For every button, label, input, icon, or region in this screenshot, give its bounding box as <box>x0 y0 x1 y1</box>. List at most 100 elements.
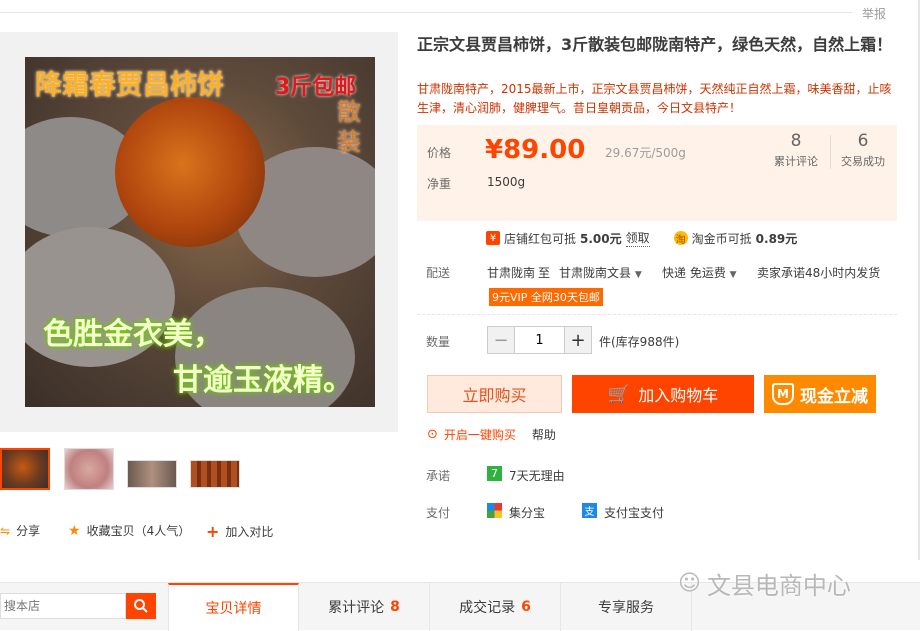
tab-transactions-count: 6 <box>521 599 531 615</box>
tab-reviews-count: 8 <box>390 599 400 615</box>
add-to-cart-label: 加入购物车 <box>638 386 719 405</box>
favorite-label: 收藏宝贝（4人气） <box>86 524 191 538</box>
shipping-to: 甘肃陇南文县 <box>559 266 632 280</box>
shipping-destination[interactable]: 甘肃陇南文县 ▼ <box>559 264 642 281</box>
reviews-count: 8 <box>790 131 802 151</box>
caret-down-icon: ▼ <box>729 270 737 280</box>
image-gallery: 降霜春贾昌柿饼 3斤包邮 散装 色胜金衣美， 甘逾玉液精。 <box>0 32 398 432</box>
tab-transactions-label: 成交记录 <box>459 600 516 616</box>
minus-button[interactable]: − <box>488 327 514 353</box>
delivery-promise: 卖家承诺48小时内发货 <box>757 266 881 280</box>
add-to-cart-button[interactable]: 🛒 加入购物车 <box>572 375 754 413</box>
quantity-stepper: − + <box>487 326 592 354</box>
shipping-from: 甘肃陇南 <box>487 266 536 280</box>
section-divider <box>417 314 897 315</box>
claim-coupon-link[interactable]: 领取 <box>625 229 650 247</box>
deals-stat[interactable]: 6 交易成功 <box>833 131 893 169</box>
weight-label: 净重 <box>427 177 452 191</box>
payment-option-alipay: 支付宝支付 <box>604 506 665 520</box>
shipping-row: 配送 甘肃陇南 至 甘肃陇南文县 ▼ 快递 免运费 ▼ 卖家承诺48小时内发货 <box>426 264 880 281</box>
image-caption-verse1: 色胜金衣美， <box>43 317 223 352</box>
quantity-label: 数量 <box>426 335 451 349</box>
main-product-image[interactable]: 降霜春贾昌柿饼 3斤包邮 散装 色胜金衣美， 甘逾玉液精。 <box>25 57 375 407</box>
shop-coupon-text: 店铺红包可抵 <box>504 231 577 246</box>
price-panel: 价格 ¥89.00 29.67元/500g 净重 1500g 8 累计评论 6 … <box>417 125 897 221</box>
promise-text[interactable]: 7天无理由 <box>509 467 565 484</box>
cash-discount-label: 现金立减 <box>800 386 868 407</box>
report-link[interactable]: 举报 <box>862 5 886 22</box>
deals-count: 6 <box>857 131 869 151</box>
price-value: ¥89.00 <box>485 135 586 165</box>
product-subtitle: 甘肃陇南特产，2015最新上市，正宗文县贾昌柿饼，天然纯正自然上霜，味美香甜，止… <box>417 82 892 115</box>
image-caption-bulk: 散装 <box>337 98 361 156</box>
tab-details[interactable]: 宝贝详情 <box>168 583 299 631</box>
tab-services-label: 专享服务 <box>598 600 654 616</box>
tab-reviews-label: 累计评论 <box>328 600 385 616</box>
promise-row: 承诺 7 7天无理由 <box>426 466 565 484</box>
watermark-text: 文县电商中心 <box>706 572 851 600</box>
search-icon <box>134 599 148 613</box>
tab-transactions[interactable]: 成交记录 6 <box>430 583 561 631</box>
vip-badge[interactable]: 9元VIP 全网30天包邮 <box>489 288 603 306</box>
red-packet-icon: ¥ <box>486 231 500 245</box>
tao-coin-text: 淘金币可抵 <box>691 231 752 246</box>
cash-discount-button[interactable]: M 现金立减 <box>764 375 876 413</box>
image-caption-title: 降霜春贾昌柿饼 <box>35 70 224 101</box>
payment-label: 支付 <box>426 506 451 520</box>
share-label: 分享 <box>16 524 41 538</box>
stat-divider <box>830 135 831 169</box>
shipping-to-word: 至 <box>538 266 551 280</box>
coupon-row: ¥ 店铺红包可抵 5.00元 领取 淘 淘金币可抵 0.89元 <box>486 229 797 247</box>
buy-now-button[interactable]: 立即购买 <box>427 375 562 413</box>
star-icon: ★ <box>68 522 81 539</box>
search-button[interactable] <box>126 593 156 619</box>
unit-price: 29.67元/500g <box>605 146 686 160</box>
header-divider <box>0 12 852 13</box>
alipay-icon: 支 <box>582 503 597 518</box>
tao-coin-icon: 淘 <box>673 231 688 246</box>
wechat-icon: ☺ <box>678 571 701 596</box>
thumbnail-1[interactable] <box>0 448 50 490</box>
tab-details-label: 宝贝详情 <box>205 601 262 617</box>
help-link[interactable]: 帮助 <box>532 426 556 443</box>
image-caption-verse2: 甘逾玉液精。 <box>173 363 353 398</box>
shop-coupon-amount: 5.00元 <box>580 231 622 246</box>
stock-text: 件(库存988件) <box>599 335 680 349</box>
product-title: 正宗文县贾昌柿饼，3斤散装包邮陇南特产，绿色天然，自然上霜！ <box>417 35 893 54</box>
compare-label: 加入对比 <box>225 525 274 539</box>
jifenbao-icon <box>487 503 502 518</box>
cart-icon: 🛒 <box>607 383 631 405</box>
shipping-method-text: 快递 免运费 <box>662 266 726 280</box>
price-label: 价格 <box>427 146 452 160</box>
tab-reviews[interactable]: 累计评论 8 <box>299 583 430 631</box>
plus-icon: + <box>206 522 220 541</box>
compare-action[interactable]: + 加入对比 <box>206 522 273 541</box>
play-circle-icon: ⊙ <box>427 427 438 442</box>
shop-search-input[interactable] <box>0 593 126 619</box>
share-action[interactable]: ⇋ 分享 <box>0 522 40 539</box>
shipping-label: 配送 <box>426 266 451 280</box>
caret-down-icon: ▼ <box>634 270 642 280</box>
tab-services[interactable]: 专享服务 <box>561 583 692 631</box>
share-icon: ⇋ <box>0 523 11 538</box>
reviews-stat[interactable]: 8 累计评论 <box>766 131 826 169</box>
thumbnail-2[interactable] <box>64 448 114 490</box>
tao-coin-amount: 0.89元 <box>755 231 798 246</box>
payment-row: 支付 集分宝 支 支付宝支付 <box>426 503 664 521</box>
thumbnail-3[interactable] <box>127 460 177 488</box>
persimmon-highlight <box>115 97 265 247</box>
plus-button[interactable]: + <box>565 327 591 353</box>
reviews-label: 累计评论 <box>774 155 818 168</box>
promise-label: 承诺 <box>426 469 451 483</box>
shipping-method[interactable]: 快递 免运费 ▼ <box>662 264 737 281</box>
onekey-link[interactable]: 开启一键购买 <box>444 426 516 443</box>
favorite-action[interactable]: ★ 收藏宝贝（4人气） <box>68 522 190 539</box>
weight-value: 1500g <box>487 175 526 189</box>
quantity-input[interactable] <box>514 327 565 353</box>
watermark: ☺ 文县电商中心 <box>678 566 851 601</box>
seven-day-icon: 7 <box>487 466 502 481</box>
deals-label: 交易成功 <box>841 155 885 168</box>
onekey-row: ⊙ 开启一键购买 帮助 <box>427 426 556 443</box>
shield-m-icon: M <box>772 383 794 405</box>
thumbnail-4[interactable] <box>190 460 240 488</box>
